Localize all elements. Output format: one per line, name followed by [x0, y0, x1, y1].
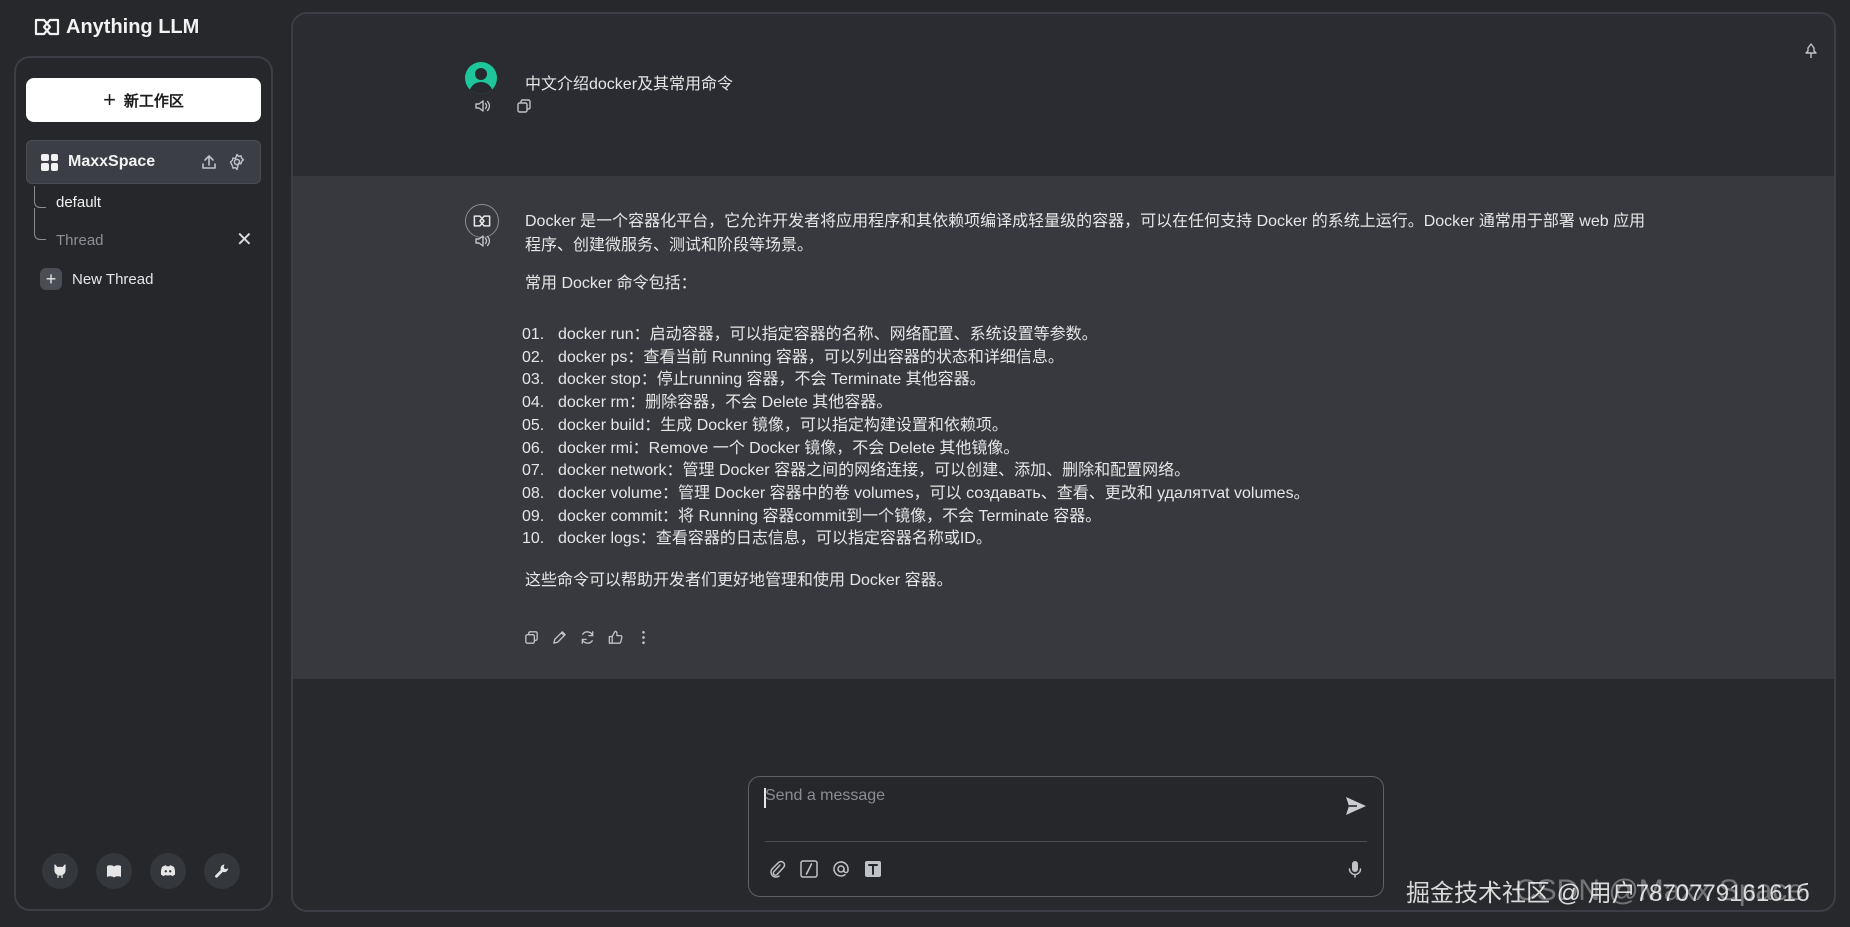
list-item: 05. docker build：生成 Docker 镜像，可以指定构建设置和依赖…	[522, 416, 1008, 434]
thumbs-up-icon[interactable]	[607, 629, 624, 651]
list-item: 10. docker logs：查看容器的日志信息，可以指定容器名称或ID。	[522, 530, 992, 548]
thread-tree-line	[34, 208, 46, 240]
edit-pencil-icon[interactable]	[551, 629, 568, 651]
wrench-icon[interactable]	[204, 853, 240, 889]
thread-tree-line	[34, 186, 46, 208]
text-size-icon[interactable]	[863, 859, 883, 884]
anything-llm-logo-icon	[473, 215, 491, 227]
list-item: 06. docker rmi：Remove 一个 Docker 镜像，不会 Del…	[522, 439, 1020, 457]
workspace-name: MaxxSpace	[68, 153, 156, 170]
user-message-row: 中文介绍docker及其常用命令	[293, 14, 1834, 176]
copy-icon[interactable]	[523, 629, 540, 651]
microphone-icon[interactable]	[1345, 859, 1365, 884]
list-item: 01. docker run：启动容器，可以指定容器的名称、网络配置、系统设置等参…	[522, 326, 1098, 343]
close-icon[interactable]: ✕	[236, 227, 253, 252]
slash-command-icon[interactable]	[799, 859, 819, 884]
send-icon[interactable]	[1343, 793, 1369, 824]
new-workspace-label: 新工作区	[123, 92, 184, 110]
composer-tools	[767, 859, 883, 884]
assistant-intro: Docker 是一个容器化平台，它允许开发者将应用程序和其依赖项编译成轻量级的容…	[525, 213, 1646, 254]
command-list: 01. docker run：启动容器，可以指定容器的名称、网络配置、系统设置等参…	[522, 324, 1655, 551]
gear-icon[interactable]	[228, 153, 246, 176]
list-item: 02. docker ps：查看当前 Running 容器，可以列出容器的状态和详…	[522, 348, 1064, 366]
assistant-actions	[523, 629, 652, 651]
list-item: 08. docker volume：管理 Docker 容器中的卷 volumes…	[522, 484, 1310, 502]
composer-divider	[765, 841, 1367, 842]
user-avatar	[465, 62, 497, 94]
message-input[interactable]: Send a message	[765, 787, 885, 805]
assistant-message-row: Docker 是一个容器化平台，它允许开发者将应用程序和其依赖项编译成轻量级的容…	[293, 176, 1834, 679]
app-name: Anything LLM	[66, 15, 200, 38]
more-vertical-icon[interactable]	[635, 629, 652, 651]
user-message-text: 中文介绍docker及其常用命令	[525, 76, 734, 93]
copy-icon[interactable]	[515, 97, 533, 115]
watermark-csdn: CSDN @Maxx Space	[1515, 874, 1804, 907]
discord-icon[interactable]	[150, 853, 186, 889]
new-thread-label: New Thread	[72, 270, 154, 288]
speaker-icon[interactable]	[473, 232, 491, 250]
upload-icon[interactable]	[200, 153, 218, 176]
message-composer: Send a message	[748, 776, 1384, 897]
app-logo: Anything LLM	[34, 14, 199, 40]
github-icon[interactable]	[42, 853, 78, 889]
anything-llm-logo-icon	[34, 18, 60, 36]
assistant-message-content: Docker 是一个容器化平台，它允许开发者将应用程序和其依赖项编译成轻量级的容…	[522, 210, 1655, 593]
workspace-item-maxxspace[interactable]: MaxxSpace	[26, 140, 261, 184]
list-item: 04. docker rm：删除容器，不会 Delete 其他容器。	[522, 394, 893, 412]
speaker-icon[interactable]	[473, 97, 491, 115]
pin-icon[interactable]	[1802, 42, 1820, 60]
thread-item-thread[interactable]: Thread	[56, 232, 104, 249]
at-mention-icon[interactable]	[831, 859, 851, 884]
list-item: 09. docker commit：将 Running 容器commit到一个镜像…	[522, 507, 1102, 525]
assistant-conclusion: 这些命令可以帮助开发者们更好地管理和使用 Docker 容器。	[525, 572, 953, 590]
plus-icon: +	[40, 268, 62, 290]
list-item: 07. docker network：管理 Docker 容器之间的网络连接，可以…	[522, 462, 1191, 480]
chat-panel: 中文介绍docker及其常用命令 Docker 是一个容器化平台，它允许开发者将…	[291, 12, 1836, 912]
sidebar-footer	[42, 853, 240, 889]
book-icon[interactable]	[96, 853, 132, 889]
new-workspace-button[interactable]: + 新工作区	[26, 78, 261, 122]
thread-item-default[interactable]: default	[56, 194, 101, 211]
list-item: 03. docker stop：停止running 容器，不会 Terminate…	[522, 371, 986, 389]
workspace-grid-icon	[41, 153, 58, 171]
assistant-subtitle: 常用 Docker 命令包括：	[525, 275, 697, 292]
plus-icon: +	[103, 87, 116, 112]
regenerate-icon[interactable]	[579, 629, 596, 651]
paperclip-icon[interactable]	[767, 859, 787, 884]
new-thread-button[interactable]: + New Thread	[40, 268, 153, 290]
sidebar: + 新工作区 MaxxSpace default Thread ✕ + New …	[14, 56, 273, 911]
